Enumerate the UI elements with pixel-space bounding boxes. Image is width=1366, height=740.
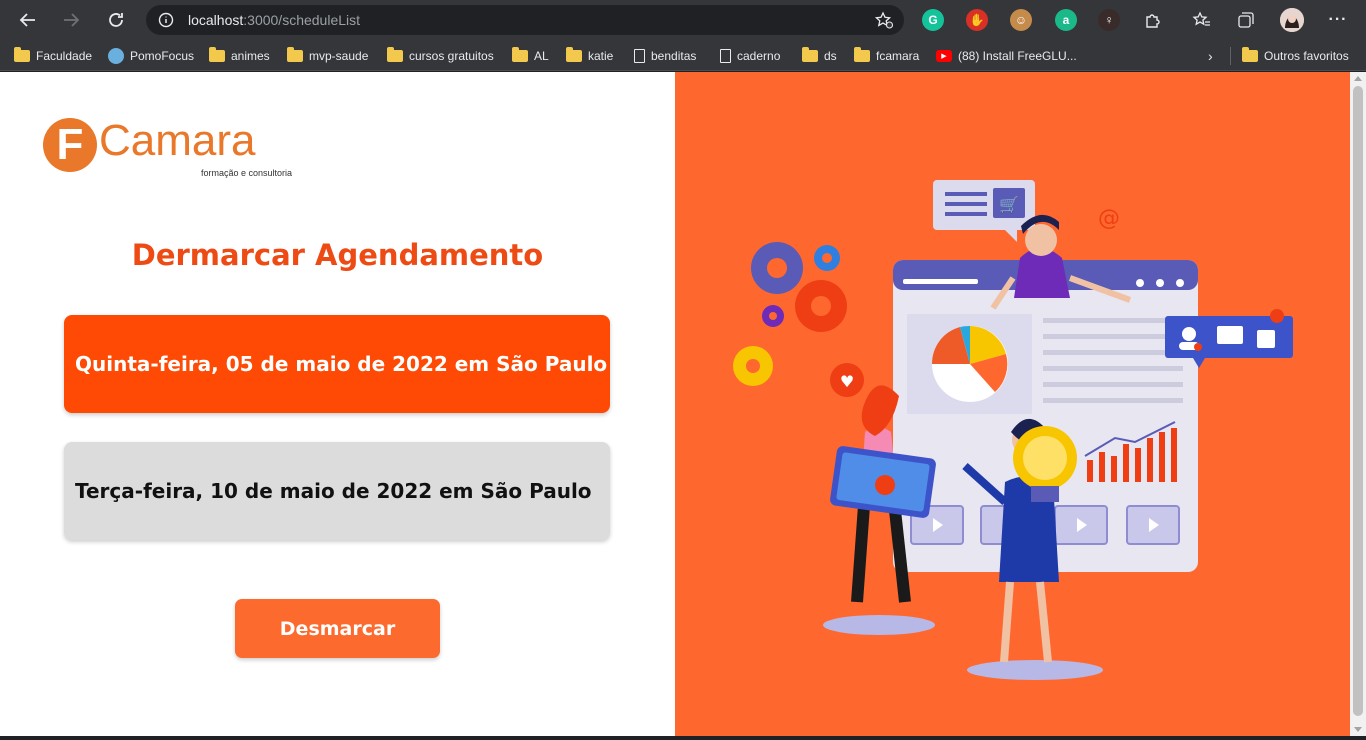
page-title: Dermarcar Agendamento: [131, 238, 544, 272]
folder-icon: [1242, 47, 1258, 62]
schedule-option-selected[interactable]: Quinta-feira, 05 de maio de 2022 em São …: [64, 315, 610, 413]
folder-icon: [854, 47, 870, 62]
folder-icon: [287, 47, 303, 62]
bookmark-install-freeglut[interactable]: ▶ (88) Install FreeGLU...: [936, 45, 1077, 67]
adblock-extension-icon[interactable]: ✋: [966, 9, 988, 31]
schedule-option-label: Quinta-feira, 05 de maio de 2022 em São …: [75, 352, 608, 376]
bookmark-ds[interactable]: ds: [802, 45, 837, 67]
svg-text:🛒: 🛒: [999, 195, 1019, 214]
page-icon: [634, 49, 645, 63]
profile-avatar[interactable]: [1280, 8, 1304, 32]
favorites-icon[interactable]: [1191, 9, 1213, 31]
bookmark-benditas[interactable]: benditas: [634, 45, 696, 67]
bookmark-katie[interactable]: katie: [566, 45, 613, 67]
back-button[interactable]: [14, 6, 42, 34]
svg-text:♥: ♥: [840, 372, 854, 391]
youtube-icon: ▶: [936, 50, 952, 62]
folder-icon: [14, 47, 30, 62]
extensions-puzzle-icon[interactable]: [1142, 9, 1164, 31]
bookmarks-bar: Faculdade PomoFocus animes mvp-saude cur…: [0, 40, 1366, 71]
url-text: localhost:3000/scheduleList: [188, 12, 361, 28]
check-circle-icon: [108, 48, 124, 64]
bookmark-al[interactable]: AL: [512, 45, 549, 67]
address-bar[interactable]: localhost:3000/scheduleList: [146, 5, 904, 35]
desmarcar-button[interactable]: Desmarcar: [235, 599, 440, 658]
folder-icon: [802, 47, 818, 62]
collections-icon[interactable]: [1235, 9, 1257, 31]
logo-f-mark: F: [43, 118, 97, 172]
forward-arrow-icon: [64, 13, 80, 27]
bookmark-cursos-gratuitos[interactable]: cursos gratuitos: [387, 45, 494, 67]
folder-icon: [387, 47, 403, 62]
extension-character-icon[interactable]: ♀: [1098, 9, 1120, 31]
scroll-down-arrow-icon[interactable]: [1354, 727, 1362, 732]
reload-button[interactable]: [102, 6, 130, 34]
bookmark-pomofocus[interactable]: PomoFocus: [108, 45, 194, 67]
svg-text:@: @: [1098, 206, 1120, 231]
bookmark-other-favorites[interactable]: Outros favoritos: [1242, 45, 1349, 67]
folder-icon: [209, 47, 225, 62]
more-bookmarks-chevron-icon[interactable]: ›: [1208, 45, 1213, 67]
folder-icon: [566, 47, 582, 62]
browser-toolbar: localhost:3000/scheduleList G ✋ ☺ a ♀ ··…: [0, 0, 1366, 40]
grammarly-extension-icon[interactable]: G: [922, 9, 944, 31]
team-analytics-illustration: 🛒 @ ♥: [733, 180, 1293, 680]
extension-a-icon[interactable]: a: [1055, 9, 1077, 31]
page-icon: [720, 49, 731, 63]
forward-button[interactable]: [57, 6, 85, 34]
bookmarks-divider: [1230, 47, 1231, 65]
scroll-up-arrow-icon[interactable]: [1354, 76, 1362, 81]
page-content: F Camara formação e consultoria Dermarca…: [0, 72, 1350, 736]
bookmark-mvp-saude[interactable]: mvp-saude: [287, 45, 368, 67]
schedule-option-label: Terça-feira, 10 de maio de 2022 em São P…: [75, 479, 592, 503]
bookmark-fcamara[interactable]: fcamara: [854, 45, 919, 67]
bookmark-caderno[interactable]: caderno: [720, 45, 780, 67]
add-favorite-icon[interactable]: [874, 10, 894, 30]
more-menu-icon[interactable]: ···: [1327, 9, 1349, 31]
scrollbar-thumb[interactable]: [1353, 86, 1363, 716]
page-scrollbar[interactable]: [1350, 72, 1366, 736]
bookmark-faculdade[interactable]: Faculdade: [14, 45, 92, 67]
fcamara-logo: F Camara formação e consultoria: [43, 116, 303, 184]
logo-tagline: formação e consultoria: [201, 168, 293, 178]
folder-icon: [512, 47, 528, 62]
extension-avatar-icon[interactable]: ☺: [1010, 9, 1032, 31]
schedule-option[interactable]: Terça-feira, 10 de maio de 2022 em São P…: [64, 442, 610, 540]
bookmark-animes[interactable]: animes: [209, 45, 270, 67]
logo-wordmark: Camara: [99, 116, 256, 165]
reload-icon: [109, 13, 123, 27]
illustration-panel: 🛒 @ ♥: [675, 72, 1350, 736]
info-icon[interactable]: [158, 12, 174, 28]
back-arrow-icon: [19, 13, 35, 27]
